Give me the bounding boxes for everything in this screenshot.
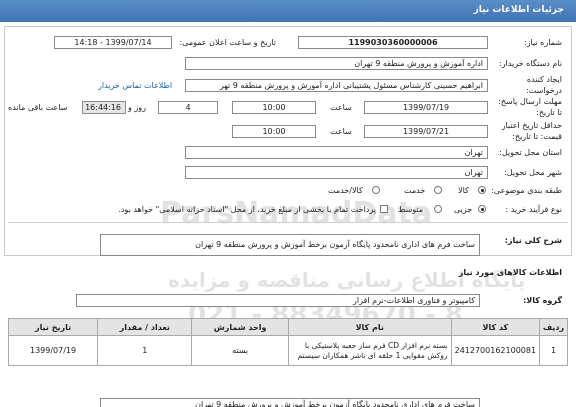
cell-need-date: 1399/07/19 [7, 335, 99, 366]
remaining-time-field: 16:44:16 [82, 101, 126, 114]
cell-item-name: بسته نرم افزار CD فرم ساز جعبه پلاستیکی … [287, 335, 452, 366]
table-header-row: ردیف کد کالا نام کالا واحد شمارش تعداد /… [7, 318, 568, 336]
province-field: تهران [185, 146, 488, 159]
header-need-date: تاریخ نیاز [7, 318, 99, 336]
header-item-name: نام کالا [287, 318, 452, 336]
payment-note: پرداخت تمام یا بخشی از مبلغ خرید، از محل… [118, 205, 376, 214]
goods-group-label: گروه کالا: [523, 296, 562, 305]
buyer-contact-link[interactable]: اطلاعات تماس خریدار [98, 81, 172, 90]
deadline-date-field: 1399/07/19 [364, 101, 488, 114]
days-field: 4 [158, 101, 218, 114]
cell-row-number: 1 [539, 335, 568, 366]
days-label: روز و [128, 103, 146, 112]
announce-field: 1399/07/14 - 14:18 [54, 36, 172, 49]
deadline-label: مهلت ارسال پاسخ: [498, 97, 562, 106]
table-row: 1 2412700162100081 بسته نرم افزار CD فرم… [7, 335, 568, 366]
category-radio-both[interactable] [372, 186, 380, 194]
category-label: طبقه بندی موضوعی: [491, 186, 562, 195]
goods-group-field: کامپیوتر و فناوری اطلاعات-نرم افزار [76, 294, 480, 307]
goods-section-title: اطلاعات کالاهای مورد نیاز [458, 268, 562, 277]
page-title: جزئیات اطلاعات نیاز [473, 5, 564, 15]
goods-table: ردیف کد کالا نام کالا واحد شمارش تعداد /… [7, 318, 568, 366]
validity-time-field: 10:00 [232, 125, 316, 138]
cell-unit: بسته [191, 335, 289, 366]
validity-label-2: قیمت: تا تاریخ: [512, 132, 562, 141]
remaining-label: ساعت باقی مانده [8, 103, 68, 112]
city-label: شهر محل تحویل: [504, 168, 562, 177]
cell-quantity: 1 [97, 335, 193, 366]
deadline-label-2: تا تاریخ: [536, 108, 562, 117]
header-item-code: کد کالا [450, 318, 541, 336]
creator-label-2: درخواست: [526, 86, 562, 95]
category-option-goods: کالا [458, 186, 469, 195]
category-option-both: کالا/خدمت [328, 186, 363, 195]
header-quantity: تعداد / مقدار [97, 318, 193, 336]
need-number-label: شماره نیاز: [524, 38, 562, 47]
process-radio-medium[interactable] [434, 205, 442, 213]
need-number-field: 1199030360000006 [298, 36, 488, 49]
process-label: نوع فرآیند خرید : [505, 205, 562, 214]
deadline-time-label: ساعت [330, 103, 352, 112]
announce-label: تاریخ و ساعت اعلان عمومی: [179, 38, 276, 47]
city-field: تهران [185, 166, 488, 179]
deadline-time-field: 10:00 [232, 101, 316, 114]
validity-date-field: 1399/07/21 [364, 125, 488, 138]
creator-field: ابراهیم حسینی کارشناس مسئول پشتیبانی ادا… [185, 79, 488, 92]
page-header: جزئیات اطلاعات نیاز [0, 0, 576, 22]
footer-note-field: ساخت فرم های اداری نامحدود پایگاه آزمون … [100, 398, 480, 407]
summary-label: شرح کلی نیاز: [504, 236, 562, 245]
treasury-checkbox[interactable] [380, 205, 388, 213]
creator-label: ایجاد کننده [526, 75, 562, 84]
validity-label: حداقل تاریخ اعتبار [501, 121, 562, 130]
validity-time-label: ساعت [330, 127, 352, 136]
buyer-label: نام دستگاه خریدار: [499, 59, 562, 68]
section-divider [8, 222, 568, 223]
category-option-service: خدمت [404, 186, 426, 195]
buyer-field: اداره آموزش و پرورش منطقه 9 تهران [185, 57, 488, 70]
header-unit: واحد شمارش [191, 318, 289, 336]
cell-item-code: 2412700162100081 [450, 335, 541, 366]
process-radio-minor[interactable] [478, 205, 486, 213]
category-radio-service[interactable] [434, 186, 442, 194]
process-option-medium: متوسط [398, 205, 424, 214]
summary-field: ساخت فرم های اداری نامحدود پایگاه آزمون … [100, 234, 480, 256]
process-option-minor: جزیی [454, 205, 473, 214]
province-label: استان محل تحویل: [499, 148, 562, 157]
header-row-number: ردیف [539, 318, 568, 336]
category-radio-goods[interactable] [478, 186, 486, 194]
